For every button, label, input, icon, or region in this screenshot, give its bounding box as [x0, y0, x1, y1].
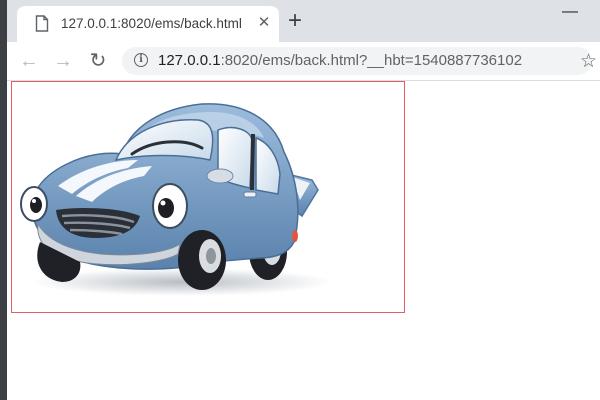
side-mirror: [206, 168, 234, 184]
left-headlight-eye: [20, 186, 48, 222]
tab-strip: 127.0.0.1:8020/ems/back.html ✕ + —: [7, 0, 600, 42]
tab-title: 127.0.0.1:8020/ems/back.html: [61, 16, 242, 31]
bookmark-star-icon[interactable]: ☆: [580, 50, 597, 73]
page-content: [7, 81, 600, 400]
file-icon: [35, 15, 49, 32]
browser-tab[interactable]: 127.0.0.1:8020/ems/back.html ✕: [17, 6, 279, 42]
window-edge: [0, 0, 7, 400]
address-bar[interactable]: i 127.0.0.1:8020/ems/back.html?__hbt=154…: [122, 47, 597, 75]
right-headlight-eye: [152, 183, 188, 229]
info-icon[interactable]: i: [134, 53, 148, 67]
close-tab-icon[interactable]: ✕: [255, 14, 273, 32]
browser-toolbar: ← → ↻ i 127.0.0.1:8020/ems/back.html?__h…: [7, 42, 600, 81]
url-host: 127.0.0.1: [158, 52, 221, 69]
new-tab-icon[interactable]: +: [283, 9, 307, 34]
minimize-icon[interactable]: —: [562, 4, 578, 20]
forward-arrow-icon[interactable]: →: [51, 50, 75, 72]
tail-light: [292, 230, 298, 242]
reload-icon[interactable]: ↻: [86, 50, 110, 72]
url-path: :8020/ems/back.html?__hbt=1540887736102: [220, 52, 523, 69]
car-illustration: [20, 103, 332, 296]
back-arrow-icon[interactable]: ←: [17, 50, 41, 72]
car-image-frame: [11, 81, 405, 313]
url-text[interactable]: 127.0.0.1:8020/ems/back.html?__hbt=15408…: [158, 52, 522, 69]
front-right-wheel: [178, 230, 226, 290]
